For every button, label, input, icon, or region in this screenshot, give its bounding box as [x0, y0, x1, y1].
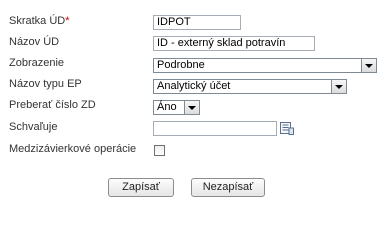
take-zd-select-value: Áno [157, 101, 177, 113]
chevron-down-icon[interactable] [331, 80, 346, 93]
name-input[interactable]: ID - externý sklad potravín [153, 36, 315, 51]
name-label: Názov ÚD [9, 36, 60, 48]
name-row: Názov ÚD ID - externý sklad potravín [0, 33, 388, 53]
ep-type-select[interactable]: Analytický účet [153, 79, 347, 94]
intercompany-checkbox[interactable] [154, 145, 165, 156]
take-zd-select[interactable]: Áno [153, 100, 200, 115]
required-mark: * [65, 15, 70, 27]
display-label: Zobrazenie [9, 57, 65, 69]
chevron-down-icon[interactable] [361, 59, 376, 72]
approver-label: Schvaľuje [9, 121, 58, 133]
ep-type-label: Názov typu EP [9, 78, 82, 90]
cancel-button[interactable]: Nezapísať [191, 178, 265, 197]
display-select-value: Podrobne [157, 59, 205, 71]
approver-row: Schvaľuje [0, 118, 388, 138]
short-code-input[interactable]: IDPOT [153, 15, 241, 30]
short-code-label: Skratka ÚD* [9, 15, 70, 27]
save-button[interactable]: Zapísať [108, 178, 174, 197]
chevron-down-icon[interactable] [184, 101, 199, 114]
display-select[interactable]: Podrobne [153, 58, 377, 73]
take-zd-label: Preberať číslo ZD [9, 99, 96, 111]
approver-input[interactable] [153, 121, 277, 136]
ep-type-select-value: Analytický účet [157, 80, 231, 92]
take-zd-row: Preberať číslo ZD Áno [0, 96, 388, 116]
lookup-list-icon[interactable] [280, 122, 294, 135]
intercompany-row: Medzizávierkové operácie [0, 140, 388, 160]
ep-type-row: Názov typu EP Analytický účet [0, 75, 388, 95]
display-row: Zobrazenie Podrobne [0, 54, 388, 74]
intercompany-label: Medzizávierkové operácie [9, 143, 137, 155]
short-code-row: Skratka ÚD* IDPOT [0, 12, 388, 32]
